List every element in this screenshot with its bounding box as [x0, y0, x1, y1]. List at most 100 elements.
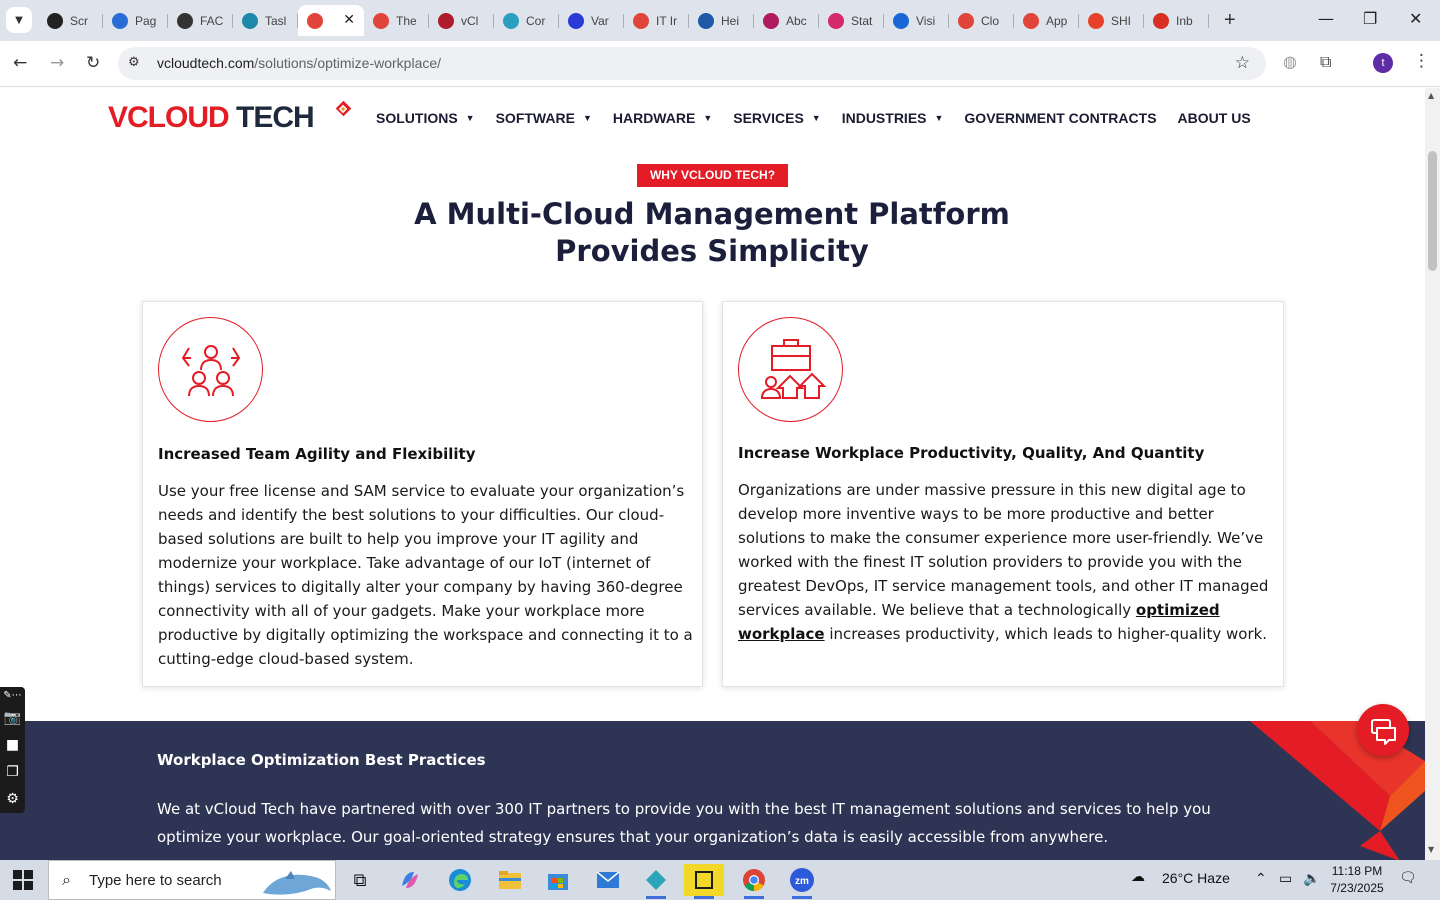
- tab-strip: ▼ Scr Pag FAC Tasl ✕ The vCl Cor Var IT Ir Hei Abc S…: [0, 0, 1440, 41]
- tab-favicon-icon: [177, 12, 193, 29]
- tab-favicon-icon: [503, 12, 519, 29]
- browser-tab[interactable]: FAC: [168, 5, 233, 36]
- microsoft-store-icon[interactable]: [538, 864, 578, 896]
- extensions-icon[interactable]: ⧉: [1320, 52, 1331, 72]
- tab-label: Visi: [916, 13, 936, 28]
- taskbar-search-box[interactable]: ⌕ Type here to search: [48, 860, 336, 900]
- edit-tools-icon[interactable]: ✎⋯: [0, 687, 25, 705]
- mail-icon[interactable]: [588, 864, 628, 896]
- camera-icon[interactable]: 📷: [0, 705, 25, 732]
- nav-item[interactable]: SOLUTIONS ▼: [376, 110, 475, 126]
- profile-avatar[interactable]: t: [1373, 53, 1393, 73]
- tab-label: vCl: [461, 13, 479, 28]
- nav-item[interactable]: SOFTWARE ▼: [496, 110, 592, 126]
- scrollbar-thumb[interactable]: [1428, 151, 1437, 271]
- team-icon: [158, 317, 263, 422]
- scroll-up-icon[interactable]: ▲: [1428, 91, 1434, 100]
- browser-menu-icon[interactable]: ⋮: [1413, 51, 1430, 71]
- nav-item[interactable]: GOVERNMENT CONTRACTS: [964, 110, 1156, 126]
- tab-label: FAC: [200, 13, 224, 28]
- window-capture-icon[interactable]: ❐: [0, 759, 25, 786]
- address-bar[interactable]: ⚙ vcloudtech.com/solutions/optimize-work…: [118, 47, 1266, 80]
- video-icon[interactable]: ■: [0, 732, 25, 759]
- taskbar-search-placeholder: Type here to search: [89, 872, 222, 889]
- search-icon: ⌕: [62, 870, 71, 889]
- browser-tab[interactable]: Tasl: [233, 5, 298, 36]
- caret-down-icon: ▼: [582, 113, 592, 123]
- weather-text[interactable]: 26°C Haze: [1162, 870, 1230, 886]
- browser-tab[interactable]: vCl: [429, 5, 494, 36]
- tab-label: The: [396, 13, 417, 28]
- site-logo[interactable]: VCLOUD TECH: [108, 101, 358, 141]
- back-icon[interactable]: ←: [13, 53, 27, 73]
- weather-icon[interactable]: ☁: [1131, 868, 1145, 885]
- translate-icon[interactable]: ◍: [1283, 52, 1297, 71]
- caret-down-icon: ▼: [811, 113, 821, 123]
- tab-favicon-icon: [1153, 12, 1169, 29]
- page-scrollbar[interactable]: ▲ ▼: [1425, 88, 1440, 860]
- tab-label: App: [1046, 13, 1068, 28]
- logo-badge-icon: [335, 101, 352, 117]
- browser-tab[interactable]: IT Ir: [624, 5, 689, 36]
- tab-favicon-icon: [958, 12, 974, 29]
- browser-tab[interactable]: App: [1014, 5, 1079, 36]
- nav-item[interactable]: INDUSTRIES ▼: [842, 110, 944, 126]
- settings-gear-icon[interactable]: ⚙: [0, 786, 25, 813]
- browser-tab[interactable]: The: [364, 5, 429, 36]
- sticky-notes-icon[interactable]: [684, 864, 724, 899]
- browser-tab[interactable]: SHI: [1079, 5, 1144, 36]
- tray-expand-icon[interactable]: ⌃: [1255, 870, 1267, 887]
- nav-item[interactable]: ABOUT US: [1178, 110, 1251, 126]
- close-window-icon[interactable]: ✕: [1409, 9, 1422, 28]
- chat-widget-button[interactable]: [1357, 704, 1409, 756]
- chrome-browser-icon[interactable]: [734, 864, 774, 899]
- hero-title: A Multi-Cloud Management Platform Provide…: [414, 197, 1010, 268]
- app-diamond-icon[interactable]: [636, 864, 676, 899]
- nav-item-label: SERVICES: [733, 110, 804, 126]
- tab-favicon-icon: [763, 12, 779, 29]
- browser-tab[interactable]: Var: [559, 5, 624, 36]
- tab-favicon-icon: [438, 12, 454, 29]
- scroll-down-icon[interactable]: ▼: [1428, 845, 1434, 854]
- network-icon[interactable]: ▭: [1279, 870, 1292, 887]
- file-explorer-icon[interactable]: [490, 864, 530, 896]
- zoom-app-icon[interactable]: zm: [782, 864, 822, 899]
- browser-tab[interactable]: Visi: [884, 5, 949, 36]
- new-tab-button[interactable]: +: [1224, 9, 1236, 32]
- system-clock[interactable]: 11:18 PM 7/23/2025: [1324, 863, 1390, 897]
- copilot-icon[interactable]: [390, 864, 430, 896]
- edge-browser-icon[interactable]: [440, 864, 480, 896]
- best-practices-section: Workplace Optimization Best Practices We…: [0, 721, 1425, 860]
- tab-favicon-icon: [568, 12, 584, 29]
- browser-tab[interactable]: Abc: [754, 5, 819, 36]
- site-info-icon[interactable]: ⚙: [128, 55, 140, 70]
- forward-icon[interactable]: →: [50, 53, 64, 73]
- volume-icon[interactable]: 🔈: [1303, 870, 1320, 887]
- feature-card-productivity: Increase Workplace Productivity, Quality…: [722, 301, 1284, 687]
- windows-start-icon[interactable]: [13, 870, 33, 890]
- browser-tab[interactable]: Inb: [1144, 5, 1209, 36]
- browser-tab[interactable]: Scr: [38, 5, 103, 36]
- nav-item-label: GOVERNMENT CONTRACTS: [964, 110, 1157, 126]
- browser-tab[interactable]: Stat: [819, 5, 884, 36]
- tab-favicon-icon: [698, 12, 714, 29]
- close-tab-icon[interactable]: ✕: [343, 11, 355, 28]
- browser-tab[interactable]: Cor: [494, 5, 559, 36]
- nav-item[interactable]: SERVICES ▼: [733, 110, 820, 126]
- notifications-icon[interactable]: 🗨: [1399, 869, 1417, 886]
- nav-item[interactable]: HARDWARE ▼: [613, 110, 712, 126]
- nav-item-label: SOLUTIONS: [376, 110, 458, 126]
- page-viewport: VCLOUD TECH SOLUTIONS ▼ SOFTWARE ▼ HARDWARE ▼…: [0, 88, 1425, 860]
- tab-search-button[interactable]: ▼: [6, 7, 32, 33]
- browser-tab[interactable]: Hei: [689, 5, 754, 36]
- browser-tab-active[interactable]: ✕: [298, 5, 364, 36]
- browser-tab[interactable]: Clo: [949, 5, 1014, 36]
- minimize-icon[interactable]: —: [1318, 9, 1334, 28]
- task-view-icon[interactable]: ⧉: [340, 864, 380, 896]
- caret-down-icon: ▼: [934, 113, 944, 123]
- maximize-icon[interactable]: ❐: [1363, 9, 1377, 28]
- bookmark-star-icon[interactable]: ☆: [1235, 53, 1250, 73]
- reload-icon[interactable]: ↻: [86, 53, 100, 73]
- browser-tab[interactable]: Pag: [103, 5, 168, 36]
- url-text[interactable]: vcloudtech.com/solutions/optimize-workpl…: [157, 55, 441, 71]
